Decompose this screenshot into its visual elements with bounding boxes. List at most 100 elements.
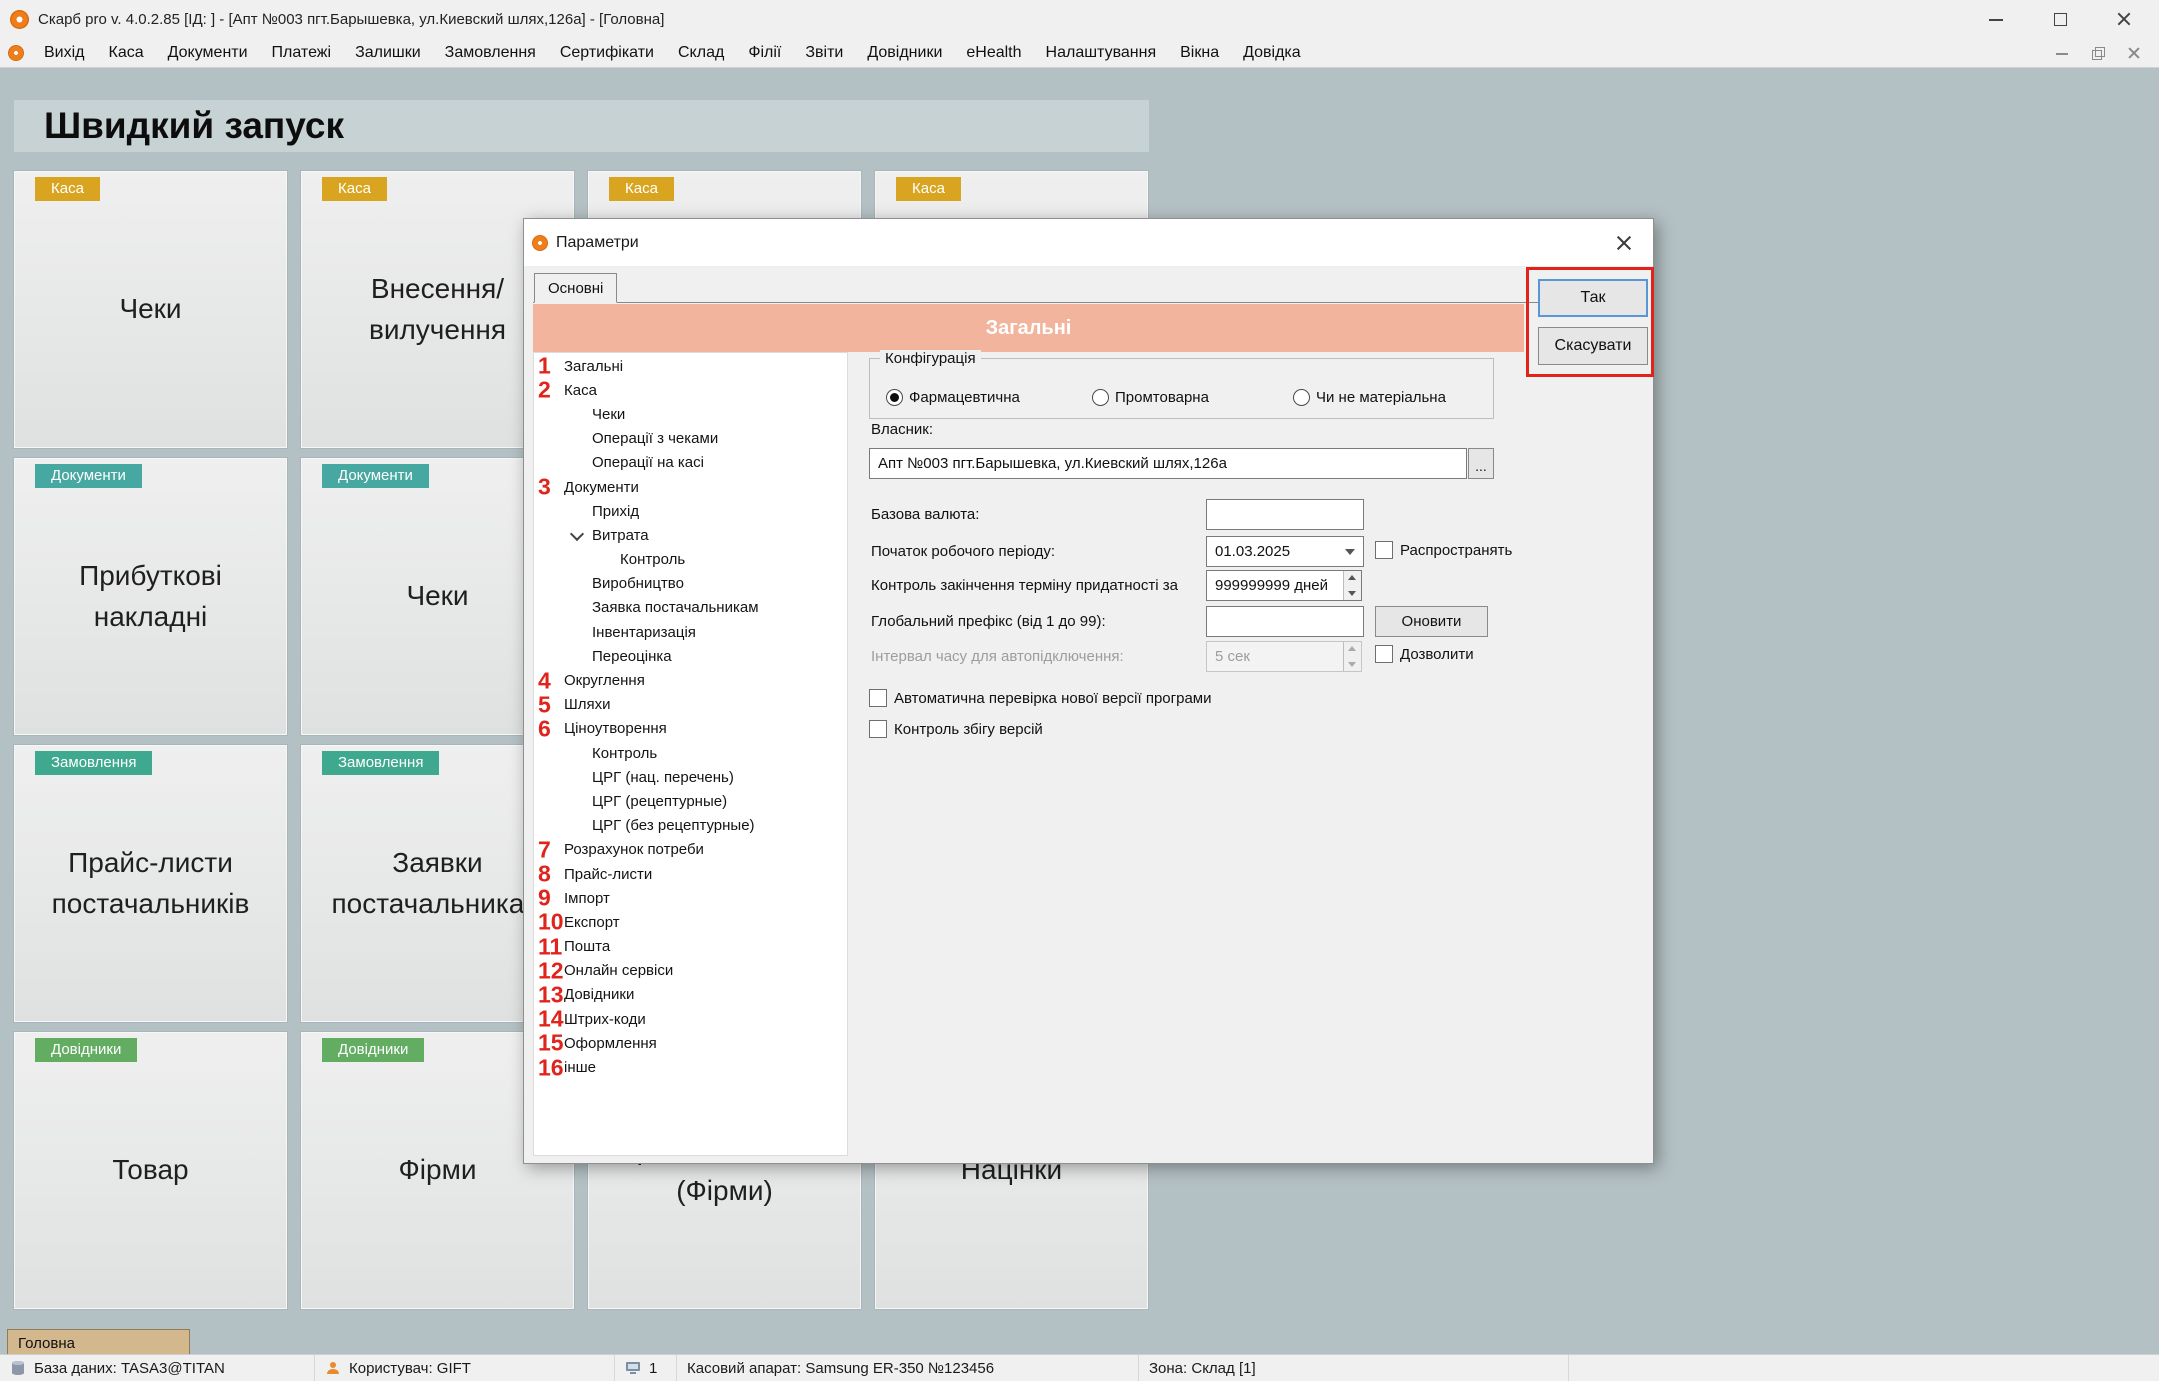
chevron-down-icon[interactable]	[1345, 549, 1355, 555]
radio-label: Промтоварна	[1115, 389, 1209, 406]
menu-item-15[interactable]: Довідка	[1231, 38, 1313, 67]
base-currency-label: Базова валюта:	[871, 506, 979, 523]
expiry-control-input[interactable]: 999999999 дней	[1206, 570, 1362, 601]
tree-item[interactable]: 11Пошта	[534, 935, 847, 959]
menu-item-7[interactable]: Сертифікати	[548, 38, 666, 67]
menu-item-8[interactable]: Склад	[666, 38, 736, 67]
tree-item[interactable]: Виробництво	[534, 572, 847, 596]
radio-icon[interactable]	[886, 389, 903, 406]
tree-item[interactable]: Операції з чеками	[534, 427, 847, 451]
quick-launch-tile[interactable]: ДовідникиТовар	[14, 1032, 287, 1309]
dialog-close-icon[interactable]	[1609, 228, 1639, 258]
radio-icon[interactable]	[1293, 389, 1310, 406]
annotation-box	[1526, 267, 1654, 377]
quick-launch-tile[interactable]: ДокументиПрибуткові накладні	[14, 458, 287, 735]
tree-item[interactable]: 9Імпорт	[534, 886, 847, 910]
tree-item[interactable]: 12Онлайн сервіси	[534, 959, 847, 983]
menu-item-5[interactable]: Залишки	[343, 38, 433, 67]
tree-item[interactable]: 8Прайс-листи	[534, 862, 847, 886]
dozvolyty-checkbox[interactable]	[1375, 645, 1393, 663]
tree-item-label: Розрахунок потреби	[564, 841, 704, 858]
tree-item[interactable]: Чеки	[534, 402, 847, 426]
tree-item[interactable]: 5Шляхи	[534, 693, 847, 717]
owner-input[interactable]: Апт №003 пгт.Барышевка, ул.Киевский шлях…	[869, 448, 1467, 479]
tree-item[interactable]: 13Довідники	[534, 983, 847, 1007]
autoconnect-spinner[interactable]	[1343, 642, 1361, 671]
status-count: 1	[615, 1355, 677, 1381]
tree-item[interactable]: 4Округлення	[534, 668, 847, 692]
menu-item-13[interactable]: Налаштування	[1034, 38, 1169, 67]
tree-item[interactable]: Контроль	[534, 548, 847, 572]
update-button[interactable]: Оновити	[1375, 606, 1488, 637]
tree-item[interactable]: Інвентаризація	[534, 620, 847, 644]
mdi-close-icon[interactable]	[2127, 46, 2141, 60]
radio-icon[interactable]	[1092, 389, 1109, 406]
mdi-minimize-icon[interactable]	[2055, 46, 2069, 60]
quick-launch-tile[interactable]: ЗамовленняПрайс-листи постачальників	[14, 745, 287, 1022]
menu-item-12[interactable]: eHealth	[954, 38, 1033, 67]
tile-category-label: Каса	[609, 177, 674, 201]
minimize-icon[interactable]	[1987, 10, 2005, 28]
tree-item[interactable]: Прихід	[534, 499, 847, 523]
menu-item-2[interactable]: Каса	[97, 38, 156, 67]
mdi-tab-holovna[interactable]: Головна	[7, 1329, 190, 1357]
tree-item[interactable]: 7 Розрахунок потреби	[534, 838, 847, 862]
menu-item-10[interactable]: Звіти	[793, 38, 855, 67]
dozvolyty-checkbox-row[interactable]: Дозволити	[1375, 645, 1474, 663]
expiry-spinner[interactable]	[1343, 571, 1361, 600]
maximize-icon[interactable]	[2051, 10, 2069, 28]
global-prefix-input[interactable]	[1206, 606, 1364, 637]
annotation-number: 6	[538, 715, 551, 742]
mdi-restore-icon[interactable]	[2091, 46, 2105, 60]
version-match-checkbox[interactable]	[869, 720, 887, 738]
tree-item[interactable]: 15Оформлення	[534, 1031, 847, 1055]
autoconnect-interval-label: Інтервал часу для автопідключення:	[871, 648, 1124, 665]
tree-item-label: Заявка постачальникам	[592, 599, 759, 616]
menu-item-11[interactable]: Довідники	[855, 38, 954, 67]
tree-item[interactable]: ЦРГ (без рецептурные)	[534, 814, 847, 838]
tree-item[interactable]: 3Документи	[534, 475, 847, 499]
auto-version-check-row[interactable]: Автоматична перевірка нової версії прогр…	[869, 689, 1211, 707]
tree-item[interactable]: 16інше	[534, 1055, 847, 1079]
tree-item[interactable]: 10Експорт	[534, 910, 847, 934]
tree-item[interactable]: Витрата	[534, 523, 847, 547]
base-currency-input[interactable]	[1206, 499, 1364, 530]
version-match-check-row[interactable]: Контроль збігу версій	[869, 720, 1043, 738]
tree-item[interactable]: Операції на касі	[534, 451, 847, 475]
tree-item[interactable]: Контроль	[534, 741, 847, 765]
quick-launch-tile[interactable]: КасаЧеки	[14, 171, 287, 448]
period-start-combo[interactable]: 01.03.2025	[1206, 536, 1364, 567]
menu-item-4[interactable]: Платежі	[260, 38, 344, 67]
tree-item[interactable]: 1Загальні	[534, 354, 847, 378]
close-icon[interactable]	[2115, 10, 2133, 28]
tree-item-label: Округлення	[564, 672, 645, 689]
tab-osnovni[interactable]: Основні	[534, 273, 617, 303]
menu-item-14[interactable]: Вікна	[1168, 38, 1231, 67]
status-zone: Зона: Склад [1]	[1139, 1355, 1569, 1381]
tree-item[interactable]: 6Ціноутворення	[534, 717, 847, 741]
annotation-number: 7	[538, 836, 551, 863]
rasprostranyat-checkbox[interactable]	[1375, 541, 1393, 559]
tree-item[interactable]: 14Штрих-коди	[534, 1007, 847, 1031]
menu-item-9[interactable]: Філії	[736, 38, 793, 67]
rasprostranyat-checkbox-row[interactable]: Распространять	[1375, 541, 1512, 559]
tree-item[interactable]: ЦРГ (рецептурные)	[534, 789, 847, 813]
tree-item-label: Чеки	[592, 406, 625, 423]
menu-item-3[interactable]: Документи	[156, 38, 260, 67]
owner-label: Власник:	[871, 421, 933, 438]
status-user: Користувач: GIFT	[315, 1355, 615, 1381]
auto-version-checkbox[interactable]	[869, 689, 887, 707]
config-radio-3[interactable]: Чи не матеріальна	[1293, 389, 1446, 406]
status-user-text: Користувач: GIFT	[349, 1360, 471, 1377]
tree-item[interactable]: ЦРГ (нац. перечень)	[534, 765, 847, 789]
expiry-control-label: Контроль закінчення терміну придатності …	[871, 577, 1178, 594]
menu-item-1[interactable]: Вихід	[32, 38, 97, 67]
menu-item-6[interactable]: Замовлення	[433, 38, 548, 67]
owner-browse-button[interactable]: ...	[1468, 448, 1494, 479]
tree-item[interactable]: Заявка постачальникам	[534, 596, 847, 620]
config-radio-1[interactable]: Фармацевтична	[886, 389, 1020, 406]
config-radio-2[interactable]: Промтоварна	[1092, 389, 1209, 406]
status-register-text: Касовий апарат: Samsung ER-350 №123456	[687, 1360, 994, 1377]
tree-item[interactable]: Переоцінка	[534, 644, 847, 668]
tree-item[interactable]: 2Каса	[534, 378, 847, 402]
